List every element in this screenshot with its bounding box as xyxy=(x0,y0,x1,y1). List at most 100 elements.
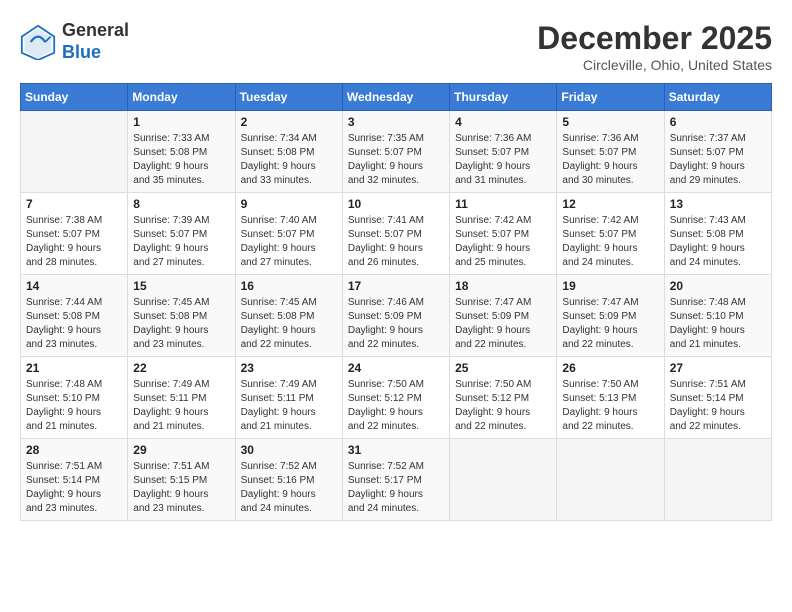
calendar-header: Sunday Monday Tuesday Wednesday Thursday… xyxy=(21,84,772,111)
table-row: 31 Sunrise: 7:52 AM Sunset: 5:17 PM Dayli… xyxy=(342,439,449,521)
day-info: Sunrise: 7:38 AM Sunset: 5:07 PM Dayligh… xyxy=(26,214,122,270)
logo-general: General xyxy=(62,20,129,40)
day-info: Sunrise: 7:48 AM Sunset: 5:10 PM Dayligh… xyxy=(26,378,122,434)
logo-blue: Blue xyxy=(62,42,101,62)
table-row: 13 Sunrise: 7:43 AM Sunset: 5:08 PM Dayli… xyxy=(664,193,771,275)
col-tuesday: Tuesday xyxy=(235,84,342,111)
day-number: 4 xyxy=(455,115,551,129)
table-row: 8Sunrise: 7:39 AM Sunset: 5:07 PM Daylig… xyxy=(128,193,235,275)
day-number: 19 xyxy=(562,279,658,293)
table-row: 3Sunrise: 7:35 AM Sunset: 5:07 PM Daylig… xyxy=(342,111,449,193)
day-info: Sunrise: 7:35 AM Sunset: 5:07 PM Dayligh… xyxy=(348,132,444,188)
calendar-week-4: 21Sunrise: 7:48 AM Sunset: 5:10 PM Dayli… xyxy=(21,357,772,439)
table-row: 21Sunrise: 7:48 AM Sunset: 5:10 PM Dayli… xyxy=(21,357,128,439)
table-row: 28 Sunrise: 7:51 AM Sunset: 5:14 PM Dayli… xyxy=(21,439,128,521)
page-header: General Blue December 2025 Circleville, … xyxy=(20,20,772,73)
day-info: Sunrise: 7:48 AM Sunset: 5:10 PM Dayligh… xyxy=(670,296,766,352)
day-number: 10 xyxy=(348,197,444,211)
calendar-week-2: 7 Sunrise: 7:38 AM Sunset: 5:07 PM Daylig… xyxy=(21,193,772,275)
table-row: 6Sunrise: 7:37 AM Sunset: 5:07 PM Daylig… xyxy=(664,111,771,193)
table-row: 11 Sunrise: 7:42 AM Sunset: 5:07 PM Dayli… xyxy=(450,193,557,275)
location: Circleville, Ohio, United States xyxy=(537,57,772,73)
day-number: 31 xyxy=(348,443,444,457)
table-row: 30 Sunrise: 7:52 AM Sunset: 5:16 PM Dayli… xyxy=(235,439,342,521)
table-row: 22 Sunrise: 7:49 AM Sunset: 5:11 PM Dayli… xyxy=(128,357,235,439)
table-row xyxy=(664,439,771,521)
table-row: 18Sunrise: 7:47 AM Sunset: 5:09 PM Dayli… xyxy=(450,275,557,357)
day-number: 11 xyxy=(455,197,551,211)
day-info: Sunrise: 7:41 AM Sunset: 5:07 PM Dayligh… xyxy=(348,214,444,270)
day-info: Sunrise: 7:40 AM Sunset: 5:07 PM Dayligh… xyxy=(241,214,337,270)
day-number: 12 xyxy=(562,197,658,211)
title-block: December 2025 Circleville, Ohio, United … xyxy=(537,20,772,73)
table-row xyxy=(450,439,557,521)
day-number: 7 xyxy=(26,197,122,211)
table-row: 2 Sunrise: 7:34 AM Sunset: 5:08 PM Daylig… xyxy=(235,111,342,193)
day-number: 18 xyxy=(455,279,551,293)
col-wednesday: Wednesday xyxy=(342,84,449,111)
table-row: 20Sunrise: 7:48 AM Sunset: 5:10 PM Dayli… xyxy=(664,275,771,357)
table-row: 29 Sunrise: 7:51 AM Sunset: 5:15 PM Dayli… xyxy=(128,439,235,521)
table-row: 9 Sunrise: 7:40 AM Sunset: 5:07 PM Daylig… xyxy=(235,193,342,275)
calendar-week-1: 1Sunrise: 7:33 AM Sunset: 5:08 PM Daylig… xyxy=(21,111,772,193)
table-row: 17 Sunrise: 7:46 AM Sunset: 5:09 PM Dayli… xyxy=(342,275,449,357)
month-title: December 2025 xyxy=(537,20,772,57)
day-info: Sunrise: 7:42 AM Sunset: 5:07 PM Dayligh… xyxy=(455,214,551,270)
day-number: 9 xyxy=(241,197,337,211)
col-thursday: Thursday xyxy=(450,84,557,111)
day-number: 22 xyxy=(133,361,229,375)
day-info: Sunrise: 7:51 AM Sunset: 5:14 PM Dayligh… xyxy=(670,378,766,434)
calendar-week-3: 14Sunrise: 7:44 AM Sunset: 5:08 PM Dayli… xyxy=(21,275,772,357)
day-info: Sunrise: 7:36 AM Sunset: 5:07 PM Dayligh… xyxy=(562,132,658,188)
day-info: Sunrise: 7:39 AM Sunset: 5:07 PM Dayligh… xyxy=(133,214,229,270)
day-info: Sunrise: 7:34 AM Sunset: 5:08 PM Dayligh… xyxy=(241,132,337,188)
calendar-week-5: 28 Sunrise: 7:51 AM Sunset: 5:14 PM Dayli… xyxy=(21,439,772,521)
table-row: 15Sunrise: 7:45 AM Sunset: 5:08 PM Dayli… xyxy=(128,275,235,357)
day-info: Sunrise: 7:36 AM Sunset: 5:07 PM Dayligh… xyxy=(455,132,551,188)
day-info: Sunrise: 7:49 AM Sunset: 5:11 PM Dayligh… xyxy=(133,378,229,434)
logo: General Blue xyxy=(20,20,129,63)
col-monday: Monday xyxy=(128,84,235,111)
day-number: 2 xyxy=(241,115,337,129)
day-number: 23 xyxy=(241,361,337,375)
table-row: 23 Sunrise: 7:49 AM Sunset: 5:11 PM Dayli… xyxy=(235,357,342,439)
day-number: 17 xyxy=(348,279,444,293)
day-info: Sunrise: 7:50 AM Sunset: 5:13 PM Dayligh… xyxy=(562,378,658,434)
table-row: 16 Sunrise: 7:45 AM Sunset: 5:08 PM Dayli… xyxy=(235,275,342,357)
day-number: 27 xyxy=(670,361,766,375)
day-info: Sunrise: 7:45 AM Sunset: 5:08 PM Dayligh… xyxy=(241,296,337,352)
day-info: Sunrise: 7:43 AM Sunset: 5:08 PM Dayligh… xyxy=(670,214,766,270)
table-row: 14Sunrise: 7:44 AM Sunset: 5:08 PM Dayli… xyxy=(21,275,128,357)
table-row: 26 Sunrise: 7:50 AM Sunset: 5:13 PM Dayli… xyxy=(557,357,664,439)
day-number: 29 xyxy=(133,443,229,457)
table-row: 4 Sunrise: 7:36 AM Sunset: 5:07 PM Daylig… xyxy=(450,111,557,193)
table-row: 27 Sunrise: 7:51 AM Sunset: 5:14 PM Dayli… xyxy=(664,357,771,439)
day-number: 1 xyxy=(133,115,229,129)
day-info: Sunrise: 7:51 AM Sunset: 5:14 PM Dayligh… xyxy=(26,460,122,516)
table-row: 24Sunrise: 7:50 AM Sunset: 5:12 PM Dayli… xyxy=(342,357,449,439)
day-info: Sunrise: 7:52 AM Sunset: 5:16 PM Dayligh… xyxy=(241,460,337,516)
logo-icon xyxy=(20,24,56,60)
table-row xyxy=(557,439,664,521)
col-saturday: Saturday xyxy=(664,84,771,111)
table-row: 1Sunrise: 7:33 AM Sunset: 5:08 PM Daylig… xyxy=(128,111,235,193)
header-row: Sunday Monday Tuesday Wednesday Thursday… xyxy=(21,84,772,111)
day-number: 26 xyxy=(562,361,658,375)
day-info: Sunrise: 7:46 AM Sunset: 5:09 PM Dayligh… xyxy=(348,296,444,352)
table-row xyxy=(21,111,128,193)
day-info: Sunrise: 7:47 AM Sunset: 5:09 PM Dayligh… xyxy=(562,296,658,352)
logo-text: General Blue xyxy=(62,20,129,63)
day-number: 13 xyxy=(670,197,766,211)
table-row: 7 Sunrise: 7:38 AM Sunset: 5:07 PM Daylig… xyxy=(21,193,128,275)
calendar-body: 1Sunrise: 7:33 AM Sunset: 5:08 PM Daylig… xyxy=(21,111,772,521)
day-info: Sunrise: 7:45 AM Sunset: 5:08 PM Dayligh… xyxy=(133,296,229,352)
day-info: Sunrise: 7:42 AM Sunset: 5:07 PM Dayligh… xyxy=(562,214,658,270)
day-number: 16 xyxy=(241,279,337,293)
day-info: Sunrise: 7:52 AM Sunset: 5:17 PM Dayligh… xyxy=(348,460,444,516)
day-number: 24 xyxy=(348,361,444,375)
day-number: 30 xyxy=(241,443,337,457)
day-info: Sunrise: 7:49 AM Sunset: 5:11 PM Dayligh… xyxy=(241,378,337,434)
day-info: Sunrise: 7:51 AM Sunset: 5:15 PM Dayligh… xyxy=(133,460,229,516)
table-row: 5Sunrise: 7:36 AM Sunset: 5:07 PM Daylig… xyxy=(557,111,664,193)
day-number: 28 xyxy=(26,443,122,457)
